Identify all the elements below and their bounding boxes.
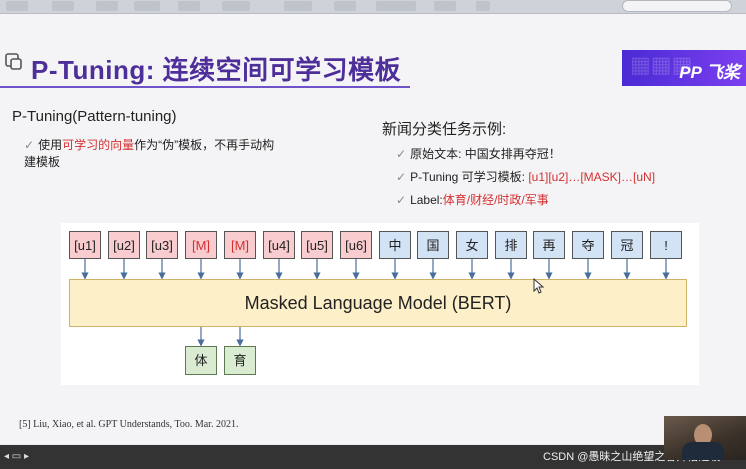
check-icon: ✓ [396,147,407,161]
token-3: [u3] [146,231,178,259]
token-6: [u4] [263,231,295,259]
token-11: 女 [456,231,488,259]
browser-tab[interactable] [334,1,356,11]
output-token-1: 体 [185,346,217,375]
right-heading: 新闻分类任务示例: [382,121,507,138]
token-4: [M] [185,231,217,259]
bullet-prefix: 使用 [38,138,63,152]
browser-tab[interactable] [476,1,490,11]
presenter-body [682,442,724,460]
token-9: 中 [379,231,411,259]
paddle-brand-banner: ▦▦▦ PP 飞桨 [622,50,746,86]
browser-tab[interactable] [376,1,416,11]
slide-title: P-Tuning: 连续空间可学习模板 [31,55,402,85]
browser-tab[interactable] [134,1,160,11]
token-14: 夺 [572,231,604,259]
token-13: 再 [533,231,565,259]
browser-tab[interactable] [52,1,74,11]
browser-tab[interactable] [6,1,28,11]
token-16: ! [650,231,682,259]
token-8: [u6] [340,231,372,259]
token-15: 冠 [611,231,643,259]
token-2: [u2] [108,231,140,259]
browser-tab[interactable] [222,1,250,11]
token-5: [M] [224,231,256,259]
webcam-overlay [664,416,746,460]
brand-mark: PP [679,63,702,82]
mouse-cursor-icon [533,278,545,294]
browser-tab[interactable] [284,1,312,11]
player-controls[interactable]: ◂ ▭ ▸ [4,451,29,462]
browser-top-bar [0,0,746,14]
masked-language-model-box: Masked Language Model (BERT) [69,279,687,327]
bullet-original-text: ✓ 原始文本: 中国女排再夺冠！ [396,147,561,161]
left-bullet: ✓ 使用可学习的向量作为“伪”模板，不再手动构建模板 [24,137,284,171]
check-icon: ✓ [396,170,407,184]
brand-name: 飞桨 [706,63,740,82]
browser-tab[interactable] [178,1,200,11]
output-token-2: 育 [224,346,256,375]
token-7: [u5] [301,231,333,259]
slide-title-icon [5,53,22,70]
left-heading: P-Tuning(Pattern-tuning) [12,108,177,125]
token-12: 排 [495,231,527,259]
search-input[interactable] [622,0,732,12]
citation: [5] Liu, Xiao, et al. GPT Understands, T… [19,419,239,430]
token-10: 国 [417,231,449,259]
bullet-label: ✓ Label:体育/财经/时政/军事 [396,193,549,207]
browser-tab[interactable] [434,1,456,11]
check-icon: ✓ [24,138,35,152]
check-icon: ✓ [396,193,407,207]
token-1: [u1] [69,231,101,259]
title-underline [0,86,410,88]
browser-tab[interactable] [96,1,118,11]
brand-logo: PP 飞桨 [679,58,740,83]
bullet-highlight: 可学习的向量 [62,138,135,152]
bullet-template: ✓ P-Tuning 可学习模板: [u1][u2]…[MASK]…[uN] [396,170,656,184]
